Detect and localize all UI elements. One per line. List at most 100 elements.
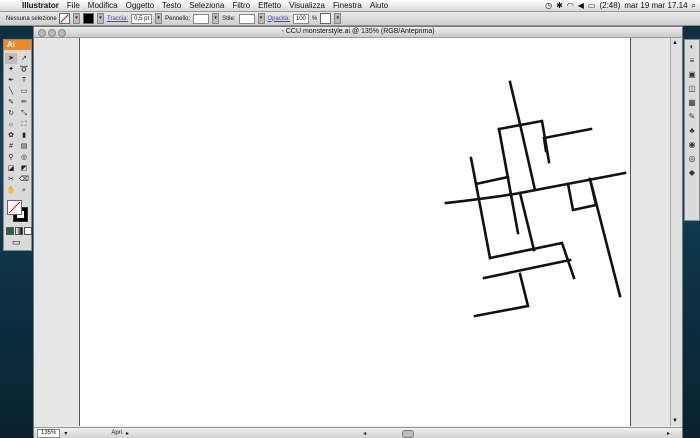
column-graph-tool-icon[interactable]: ▮ bbox=[18, 130, 30, 141]
gradient-tool-icon[interactable]: ▤ bbox=[18, 141, 30, 152]
menu-file[interactable]: File bbox=[63, 1, 84, 10]
artwork-path-vertical-top[interactable] bbox=[508, 80, 522, 126]
stroke-weight-dropdown-icon[interactable]: ▾ bbox=[155, 13, 163, 24]
recolor-icon[interactable] bbox=[320, 13, 332, 24]
hand-tool-icon[interactable]: ✋ bbox=[5, 185, 17, 196]
rectangle-tool-icon[interactable]: ▭ bbox=[18, 86, 30, 97]
artwork-path-main-horizontal[interactable] bbox=[518, 171, 627, 195]
bluetooth-icon[interactable]: ✱ bbox=[556, 1, 563, 10]
menu-filtro[interactable]: Filtro bbox=[228, 1, 254, 10]
status-menu-icon[interactable]: ▸ bbox=[126, 430, 129, 437]
gradient-panel-icon[interactable]: ▣ bbox=[685, 68, 699, 82]
artboard[interactable] bbox=[79, 38, 631, 426]
screen-mode-icon[interactable]: ▭ bbox=[12, 237, 21, 248]
live-paint-selection-tool-icon[interactable]: ◩ bbox=[18, 163, 30, 174]
scroll-right-icon[interactable]: ▸ bbox=[667, 430, 670, 437]
live-paint-tool-icon[interactable]: ◪ bbox=[5, 163, 17, 174]
zoom-level-field[interactable]: 135% bbox=[37, 428, 61, 438]
blend-tool-icon[interactable]: ◎ bbox=[18, 152, 30, 163]
color-panel-icon[interactable]: ◐ bbox=[685, 40, 699, 54]
transparency-panel-icon[interactable]: ◫ bbox=[685, 82, 699, 96]
eyedropper-tool-icon[interactable]: ⚲ bbox=[5, 152, 17, 163]
menu-oggetto[interactable]: Oggetto bbox=[122, 1, 158, 10]
artwork-path-top-right-bracket[interactable] bbox=[542, 127, 593, 153]
menu-aiuto[interactable]: Aiuto bbox=[366, 1, 392, 10]
graphic-styles-panel-icon[interactable]: ◉ bbox=[685, 138, 699, 152]
menu-testo[interactable]: Testo bbox=[158, 1, 185, 10]
recolor-dropdown-icon[interactable]: ▾ bbox=[334, 13, 342, 24]
paintbrush-tool-icon[interactable]: ✎ bbox=[5, 97, 17, 108]
scroll-left-icon[interactable]: ◂ bbox=[363, 430, 366, 437]
mesh-tool-icon[interactable]: # bbox=[5, 141, 17, 152]
eraser-tool-icon[interactable]: ⌫ bbox=[18, 174, 30, 185]
artwork-path-curve[interactable] bbox=[444, 191, 522, 205]
time-machine-icon[interactable]: ◷ bbox=[545, 1, 552, 10]
swatches-panel-icon[interactable]: ▦ bbox=[685, 96, 699, 110]
appearance-panel-icon[interactable]: ◎ bbox=[685, 152, 699, 166]
minimize-button[interactable] bbox=[48, 29, 56, 37]
scale-tool-icon[interactable]: ⤡ bbox=[18, 108, 30, 119]
slice-tool-icon[interactable]: ✂ bbox=[5, 174, 17, 185]
warp-tool-icon[interactable]: ☼ bbox=[5, 119, 17, 130]
zoom-dropdown-icon[interactable]: ▾ bbox=[64, 430, 67, 437]
brush-dropdown-icon[interactable]: ▾ bbox=[212, 13, 220, 24]
menu-app-name[interactable]: Illustrator bbox=[18, 1, 63, 10]
brushes-panel-icon[interactable]: ✎ bbox=[685, 110, 699, 124]
brush-field[interactable] bbox=[193, 13, 210, 24]
zoom-button[interactable] bbox=[58, 29, 66, 37]
artwork-path-left-vertical[interactable] bbox=[474, 182, 492, 260]
selection-tool-icon[interactable]: ➤ bbox=[5, 53, 17, 64]
scroll-down-icon[interactable]: ▼ bbox=[672, 418, 678, 424]
fill-swatch[interactable] bbox=[59, 13, 70, 24]
volume-icon[interactable]: ◀ bbox=[578, 1, 584, 10]
lasso-tool-icon[interactable]: ➰ bbox=[18, 64, 30, 75]
horizontal-scroll-thumb[interactable] bbox=[402, 430, 414, 438]
status-info[interactable]: Apri bbox=[111, 430, 122, 436]
artwork-path-right-vertical[interactable] bbox=[588, 177, 622, 298]
menu-clock[interactable]: mar 19 mar 17.14 bbox=[624, 1, 687, 10]
stroke-dropdown-icon[interactable]: ▾ bbox=[97, 13, 104, 24]
line-tool-icon[interactable]: ╲ bbox=[5, 86, 17, 97]
direct-selection-tool-icon[interactable]: ↗ bbox=[18, 53, 30, 64]
free-transform-tool-icon[interactable]: ⛶ bbox=[18, 119, 30, 130]
menu-modifica[interactable]: Modifica bbox=[84, 1, 122, 10]
scroll-up-icon[interactable]: ▲ bbox=[672, 40, 678, 46]
menu-finestra[interactable]: Finestra bbox=[329, 1, 366, 10]
gradient-mode-icon[interactable] bbox=[15, 227, 23, 235]
artwork-path-long-diagonal-1[interactable] bbox=[497, 127, 520, 235]
opacity-field[interactable]: 100 bbox=[292, 13, 309, 24]
artwork-canvas[interactable] bbox=[80, 38, 630, 426]
battery-icon[interactable]: ▭ bbox=[588, 1, 596, 10]
fill-stroke-widget[interactable] bbox=[7, 200, 28, 222]
magic-wand-tool-icon[interactable]: ✦ bbox=[5, 64, 17, 75]
rotate-tool-icon[interactable]: ↻ bbox=[5, 108, 17, 119]
style-dropdown-icon[interactable]: ▾ bbox=[257, 13, 265, 24]
none-mode-icon[interactable] bbox=[24, 227, 32, 235]
style-field[interactable] bbox=[238, 13, 255, 24]
pen-tool-icon[interactable]: ✒ bbox=[5, 75, 17, 86]
artwork-path-inner-diagonal[interactable] bbox=[518, 191, 536, 252]
color-mode-icon[interactable] bbox=[6, 227, 14, 235]
symbols-panel-icon[interactable]: ♣ bbox=[685, 124, 699, 138]
artwork-path-mid-horizontal[interactable] bbox=[482, 258, 572, 280]
menu-visualizza[interactable]: Visualizza bbox=[285, 1, 329, 10]
stroke-label[interactable]: Traccia: bbox=[107, 16, 128, 22]
artwork-path-bottom-bracket[interactable] bbox=[473, 272, 530, 318]
battery-time[interactable]: (2:48) bbox=[599, 1, 620, 10]
fill-dropdown-icon[interactable]: ▾ bbox=[73, 13, 80, 24]
type-tool-icon[interactable]: T bbox=[18, 75, 30, 86]
zoom-tool-icon[interactable]: ⌕ bbox=[18, 185, 30, 196]
close-button[interactable] bbox=[38, 29, 46, 37]
wifi-icon[interactable]: ◠ bbox=[567, 1, 574, 10]
pencil-tool-icon[interactable]: ✏ bbox=[18, 97, 30, 108]
layers-panel-icon[interactable]: ◆ bbox=[685, 166, 699, 180]
fill-color-box[interactable] bbox=[7, 200, 22, 215]
menu-seleziona[interactable]: Seleziona bbox=[185, 1, 228, 10]
artwork-path-long-diagonal-2[interactable] bbox=[518, 122, 537, 192]
stroke-weight-field[interactable]: 0,5 pt bbox=[131, 13, 153, 24]
stroke-panel-icon[interactable]: ≡ bbox=[685, 54, 699, 68]
artwork-path-left-tick[interactable] bbox=[469, 156, 510, 186]
vertical-scrollbar[interactable]: ▲ ▼ bbox=[670, 38, 682, 426]
menu-effetto[interactable]: Effetto bbox=[254, 1, 285, 10]
symbol-sprayer-tool-icon[interactable]: ✿ bbox=[5, 130, 17, 141]
